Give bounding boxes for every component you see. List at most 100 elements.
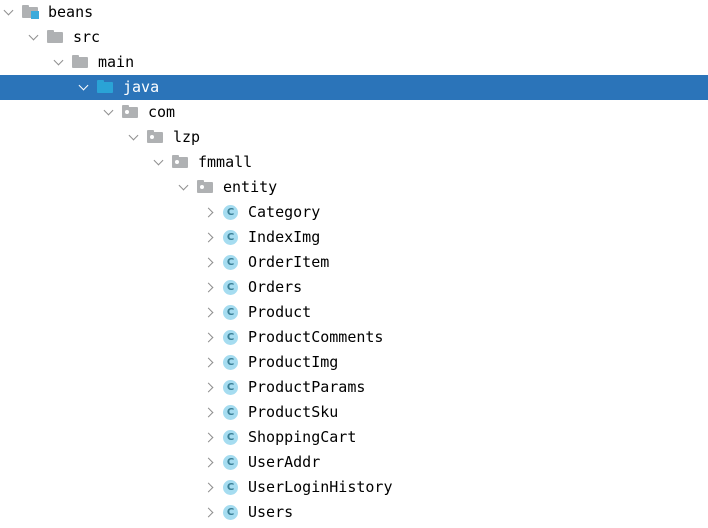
tree-row-label: java (123, 78, 160, 96)
chevron-down-icon[interactable] (78, 75, 93, 100)
java-class-icon: C (221, 225, 243, 250)
tree-row-label: ProductParams (248, 378, 366, 396)
java-class-icon: C (221, 200, 243, 225)
chevron-right-icon[interactable] (203, 200, 218, 225)
tree-row-label: main (98, 53, 135, 71)
tree-row-label: ProductComments (248, 328, 384, 346)
tree-row-label: OrderItem (248, 253, 330, 271)
chevron-right-icon[interactable] (203, 500, 218, 525)
tree-row[interactable]: C ProductImg (0, 350, 708, 375)
tree-row-label: ShoppingCart (248, 428, 357, 446)
tree-row[interactable]: C Orders (0, 275, 708, 300)
chevron-right-icon[interactable] (203, 300, 218, 325)
package-icon (121, 100, 143, 125)
package-icon (146, 125, 168, 150)
class-icon-letter: C (226, 357, 235, 368)
class-icon-letter: C (226, 507, 235, 518)
chevron-down-icon[interactable] (3, 0, 18, 25)
folder-icon (46, 25, 68, 50)
tree-row[interactable]: C UserAddr (0, 450, 708, 475)
tree-row[interactable]: C ProductSku (0, 400, 708, 425)
class-icon-letter: C (226, 207, 235, 218)
class-icon-letter: C (226, 332, 235, 343)
tree-row[interactable]: C Users (0, 500, 708, 525)
tree-row-label: com (148, 103, 176, 121)
tree-row[interactable]: entity (0, 175, 708, 200)
class-icon-letter: C (226, 257, 235, 268)
tree-row-label: ProductSku (248, 403, 339, 421)
tree-row[interactable]: fmmall (0, 150, 708, 175)
class-icon-letter: C (226, 432, 235, 443)
tree-row[interactable]: main (0, 50, 708, 75)
source-root-folder-icon (96, 75, 118, 100)
chevron-right-icon[interactable] (203, 250, 218, 275)
folder-icon (71, 50, 93, 75)
chevron-down-icon[interactable] (103, 100, 118, 125)
chevron-right-icon[interactable] (203, 350, 218, 375)
tree-row[interactable]: C ProductComments (0, 325, 708, 350)
tree-row[interactable]: java (0, 75, 708, 100)
project-tree[interactable]: beans src main java com lzp fmmall entity C Categ… (0, 0, 708, 528)
chevron-right-icon[interactable] (203, 400, 218, 425)
java-class-icon: C (221, 275, 243, 300)
tree-row[interactable]: C Product (0, 300, 708, 325)
tree-row-label: UserLoginHistory (248, 478, 393, 496)
tree-row[interactable]: src (0, 25, 708, 50)
tree-row[interactable]: C IndexImg (0, 225, 708, 250)
java-class-icon: C (221, 450, 243, 475)
java-class-icon: C (221, 500, 243, 525)
chevron-right-icon[interactable] (203, 325, 218, 350)
tree-row-label: Category (248, 203, 321, 221)
chevron-down-icon[interactable] (53, 50, 68, 75)
package-icon (196, 175, 218, 200)
java-class-icon: C (221, 425, 243, 450)
class-icon-letter: C (226, 232, 235, 243)
tree-row-label: IndexImg (248, 228, 321, 246)
package-icon (171, 150, 193, 175)
chevron-right-icon[interactable] (203, 225, 218, 250)
chevron-right-icon[interactable] (203, 275, 218, 300)
chevron-down-icon[interactable] (128, 125, 143, 150)
class-icon-letter: C (226, 307, 235, 318)
tree-row-label: lzp (173, 128, 201, 146)
chevron-down-icon[interactable] (178, 175, 193, 200)
java-class-icon: C (221, 250, 243, 275)
tree-row[interactable]: C ShoppingCart (0, 425, 708, 450)
java-class-icon: C (221, 350, 243, 375)
chevron-right-icon[interactable] (203, 450, 218, 475)
chevron-right-icon[interactable] (203, 475, 218, 500)
tree-row[interactable]: C OrderItem (0, 250, 708, 275)
tree-row[interactable]: lzp (0, 125, 708, 150)
tree-row-label: Orders (248, 278, 303, 296)
chevron-down-icon[interactable] (28, 25, 43, 50)
chevron-right-icon[interactable] (203, 375, 218, 400)
class-icon-letter: C (226, 282, 235, 293)
tree-row[interactable]: C UserLoginHistory (0, 475, 708, 500)
tree-row-label: beans (48, 3, 94, 21)
tree-row[interactable]: C Category (0, 200, 708, 225)
tree-row-label: UserAddr (248, 453, 321, 471)
tree-row[interactable]: com (0, 100, 708, 125)
tree-row[interactable]: C ProductParams (0, 375, 708, 400)
class-icon-letter: C (226, 407, 235, 418)
java-class-icon: C (221, 475, 243, 500)
chevron-right-icon[interactable] (203, 425, 218, 450)
chevron-down-icon[interactable] (153, 150, 168, 175)
tree-row-label: Product (248, 303, 312, 321)
tree-row-label: ProductImg (248, 353, 339, 371)
tree-row[interactable]: beans (0, 0, 708, 25)
module-folder-icon (21, 0, 43, 25)
tree-row-label: entity (223, 178, 278, 196)
